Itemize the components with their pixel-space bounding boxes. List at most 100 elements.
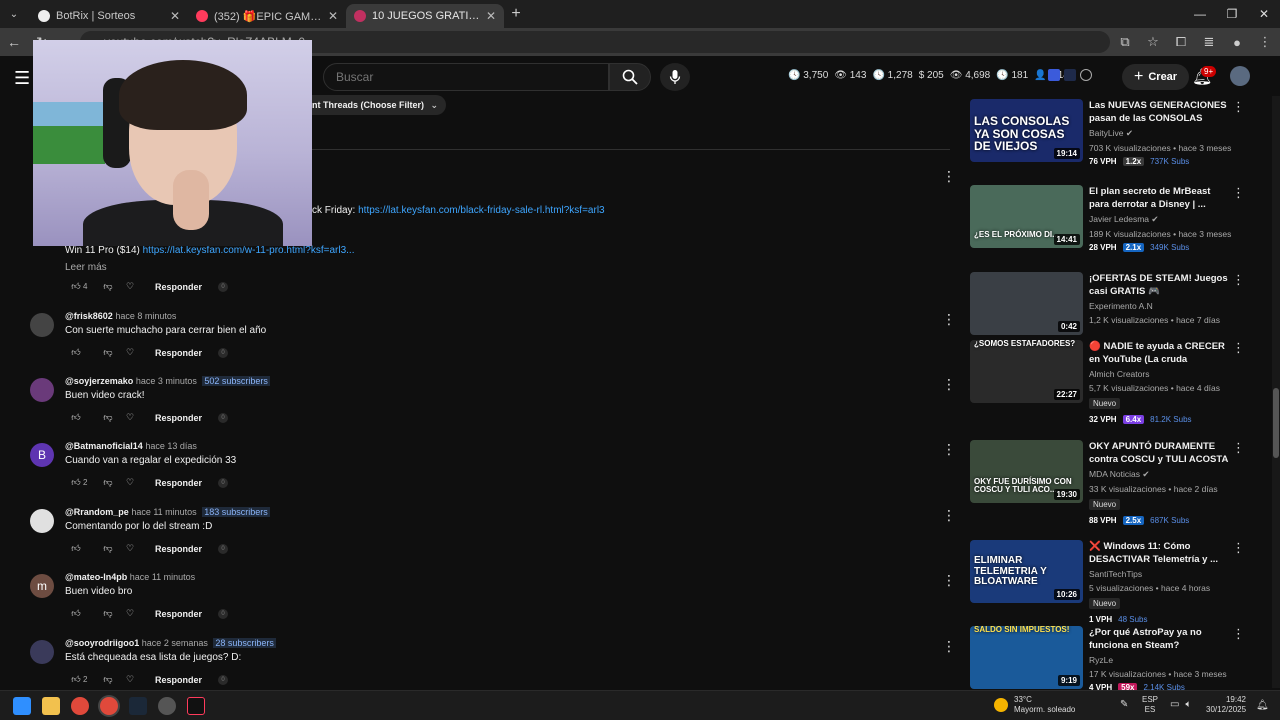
- video-thumbnail[interactable]: LAS CONSOLAS YA SON COSAS DE VIEJOS 19:1…: [970, 99, 1083, 162]
- video-more-icon[interactable]: ⋮: [1232, 540, 1245, 556]
- comment-author[interactable]: @sooyrodriigoo1: [65, 638, 139, 648]
- dislike-icon[interactable]: 👎︎: [97, 347, 119, 358]
- language-indicator[interactable]: ESP ES: [1142, 695, 1158, 715]
- volume-icon[interactable]: 🔈︎: [1185, 699, 1191, 710]
- close-window-icon[interactable]: ✕: [1248, 0, 1280, 28]
- avatar[interactable]: m: [30, 574, 54, 598]
- video-title[interactable]: OKY APUNTÓ DURAMENTE contra COSCU y TULI…: [1089, 440, 1229, 466]
- heart-icon[interactable]: ♡: [119, 347, 141, 358]
- comment-more-icon[interactable]: ⋮: [942, 168, 956, 185]
- video-title[interactable]: Las NUEVAS GENERACIONES pasan de las CON…: [1089, 99, 1229, 125]
- chrome-active-icon[interactable]: [100, 697, 118, 715]
- video-thumbnail[interactable]: ¿ES EL PRÓXIMO DI... 14:41: [970, 185, 1083, 248]
- minimize-icon[interactable]: —: [1184, 0, 1216, 28]
- video-more-icon[interactable]: ⋮: [1232, 185, 1245, 201]
- dislike-icon[interactable]: 👎︎: [97, 477, 119, 488]
- close-icon[interactable]: ✕: [170, 9, 180, 23]
- tab-search-icon[interactable]: ⌄: [0, 0, 28, 28]
- extension-icon[interactable]: [1080, 69, 1092, 81]
- video-more-icon[interactable]: ⋮: [1232, 272, 1245, 288]
- comment-time[interactable]: hace 3 minutos: [136, 376, 197, 386]
- channel-name[interactable]: SantiTechTips: [1089, 569, 1229, 579]
- avatar[interactable]: [1230, 66, 1250, 86]
- video-thumbnail[interactable]: ¿SOMOS ESTAFADORES? 22:27: [970, 340, 1083, 403]
- weather-widget[interactable]: 33°C Mayorm. soleado: [994, 695, 1075, 715]
- comment-author[interactable]: @Rrandom_pe: [65, 507, 129, 517]
- video-title[interactable]: El plan secreto de MrBeast para derrotar…: [1089, 185, 1229, 211]
- avatar[interactable]: [30, 378, 54, 402]
- bookmark-star-icon[interactable]: ☆: [1144, 34, 1162, 50]
- heart-icon[interactable]: ♡: [119, 412, 141, 423]
- related-video[interactable]: LAS CONSOLAS YA SON COSAS DE VIEJOS 19:1…: [970, 99, 1245, 179]
- cast-icon[interactable]: ⧉: [1116, 34, 1134, 50]
- video-more-icon[interactable]: ⋮: [1232, 340, 1245, 356]
- profile-icon[interactable]: ●: [1228, 35, 1246, 50]
- reply-button[interactable]: Responder: [155, 413, 202, 423]
- dislike-icon[interactable]: 👎︎: [97, 412, 119, 423]
- comment-time[interactable]: hace 13 días: [145, 441, 197, 451]
- heart-icon[interactable]: ♡: [119, 608, 141, 619]
- related-video[interactable]: ELIMINAR TELEMETRIA Y BLOATWARE 10:26 ❌ …: [970, 540, 1245, 624]
- tab-juegos-gratis[interactable]: 10 JUEGOS GRATIS PARA RE ✕: [346, 4, 504, 28]
- close-icon[interactable]: ✕: [328, 9, 338, 23]
- file-explorer-icon[interactable]: [42, 697, 60, 715]
- channel-name[interactable]: RyzLe: [1089, 655, 1229, 665]
- reply-button[interactable]: Responder: [155, 348, 202, 358]
- like-icon[interactable]: 👍︎: [65, 543, 87, 554]
- like-icon[interactable]: 👍︎: [65, 412, 87, 423]
- scrollbar-thumb[interactable]: [1273, 388, 1279, 458]
- new-tab-button[interactable]: +: [504, 5, 528, 23]
- video-thumbnail[interactable]: OKY FUE DURÍSIMO CON COSCU Y TULI ACO...…: [970, 440, 1083, 503]
- like-icon[interactable]: 👍︎: [65, 608, 87, 619]
- related-video[interactable]: ¿SOMOS ESTAFADORES? 22:27 🔴 NADIE te ayu…: [970, 340, 1245, 424]
- comment-filter-dropdown[interactable]: nt Threads (Choose Filter) ⌄: [300, 95, 446, 115]
- voice-search-button[interactable]: [660, 63, 690, 91]
- create-button[interactable]: + Crear: [1122, 64, 1190, 90]
- comment-more-icon[interactable]: ⋮: [942, 572, 956, 589]
- reply-button[interactable]: Responder: [155, 282, 202, 292]
- like-icon[interactable]: 👍︎: [65, 347, 87, 358]
- maximize-icon[interactable]: ❐: [1216, 0, 1248, 28]
- menu-icon[interactable]: ☰: [14, 68, 30, 89]
- tab-botrix[interactable]: BotRix | Sorteos ✕: [30, 4, 188, 28]
- tiktok-icon[interactable]: [187, 697, 205, 715]
- extensions-icon[interactable]: ⧠: [1172, 34, 1190, 50]
- windows-start-icon[interactable]: [13, 697, 31, 715]
- heart-icon[interactable]: ♡: [119, 281, 141, 292]
- channel-name[interactable]: Javier Ledesma ✔: [1089, 214, 1229, 225]
- extension-icon[interactable]: [1048, 69, 1060, 81]
- comment-time[interactable]: hace 2 semanas: [142, 638, 208, 648]
- close-icon[interactable]: ✕: [486, 9, 496, 23]
- comment-more-icon[interactable]: ⋮: [942, 638, 956, 655]
- channel-name[interactable]: Experimento A.N: [1089, 301, 1229, 311]
- heart-icon[interactable]: ♡: [119, 674, 141, 685]
- browser-menu-icon[interactable]: ⋮: [1256, 34, 1274, 50]
- dislike-icon[interactable]: 👎︎: [97, 281, 119, 292]
- dislike-icon[interactable]: 👎︎: [97, 608, 119, 619]
- comment-time[interactable]: hace 11 minutos: [131, 507, 196, 517]
- tab-epic-games-video[interactable]: (352) 🎁EPIC GAMES SE VOLVIÓ ✕: [188, 4, 346, 28]
- search-button[interactable]: [609, 63, 651, 91]
- video-title[interactable]: ❌ Windows 11: Cómo DESACTIVAR Telemetría…: [1089, 540, 1229, 566]
- extension-icon[interactable]: [1064, 69, 1076, 81]
- video-title[interactable]: ¡OFERTAS DE STEAM! Juegos casi GRATIS 🎮 …: [1089, 272, 1229, 298]
- avatar[interactable]: [30, 313, 54, 337]
- comment-link[interactable]: https://lat.keysfan.com/black-friday-sal…: [358, 205, 604, 216]
- channel-name[interactable]: BaityLive ✔: [1089, 128, 1229, 139]
- video-thumbnail[interactable]: 0:42: [970, 272, 1083, 335]
- media-controls-icon[interactable]: ≣: [1200, 34, 1218, 50]
- page-scrollbar[interactable]: [1272, 96, 1280, 688]
- reply-button[interactable]: Responder: [155, 544, 202, 554]
- reply-button[interactable]: Responder: [155, 478, 202, 488]
- comment-more-icon[interactable]: ⋮: [942, 441, 956, 458]
- comment-more-icon[interactable]: ⋮: [942, 507, 956, 524]
- reply-button[interactable]: Responder: [155, 609, 202, 619]
- related-video[interactable]: ¿ES EL PRÓXIMO DI... 14:41 El plan secre…: [970, 185, 1245, 265]
- comment-more-icon[interactable]: ⋮: [942, 376, 956, 393]
- comment-link[interactable]: https://lat.keysfan.com/w-11-pro.html?ks…: [143, 245, 355, 256]
- video-title[interactable]: ¿Por qué AstroPay ya no funciona en Stea…: [1089, 626, 1229, 652]
- comment-time[interactable]: hace 11 minutos: [130, 572, 195, 582]
- heart-icon[interactable]: ♡: [119, 543, 141, 554]
- avatar[interactable]: B: [30, 443, 54, 467]
- search-input[interactable]: [323, 63, 609, 91]
